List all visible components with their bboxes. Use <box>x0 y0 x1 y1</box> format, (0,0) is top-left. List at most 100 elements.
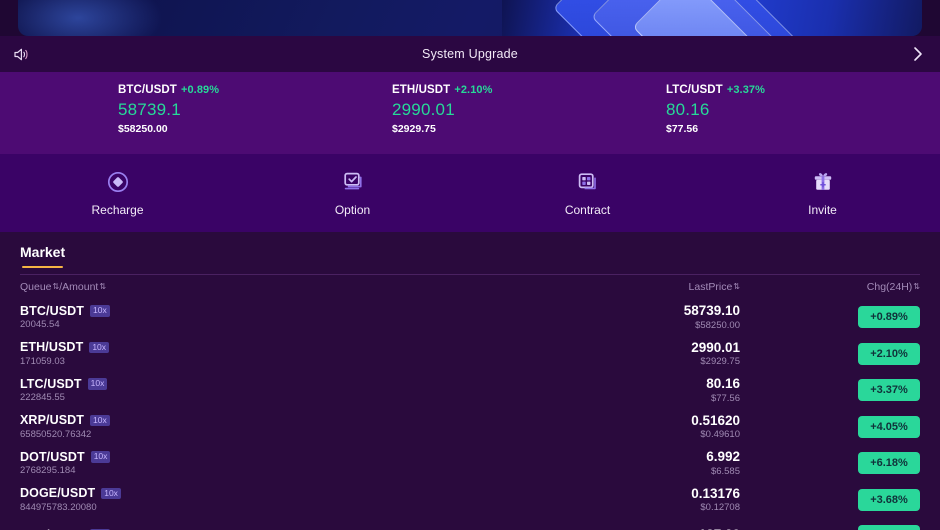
notice-bar[interactable]: System Upgrade <box>0 36 940 72</box>
table-row[interactable]: LTC/USDT 10x 222845.55 80.16 $77.56 +3.3… <box>20 372 920 409</box>
table-row[interactable]: BTC/USDT 10x 20045.54 58739.10 $58250.00… <box>20 299 920 336</box>
column-label-amount: /Amount <box>59 281 99 293</box>
quicknav-item-option[interactable]: Option <box>235 169 470 217</box>
table-row[interactable]: XRP/USDT 10x 65850520.76342 0.51620 $0.4… <box>20 409 920 446</box>
status-badge[interactable]: +9.96% <box>858 525 920 530</box>
leverage-badge: 10x <box>90 414 110 427</box>
price-usd: $0.49610 <box>700 429 740 441</box>
cell-change: +9.96% <box>740 525 920 530</box>
pair-name: ETH/USDT <box>20 340 84 355</box>
market-rows: BTC/USDT 10x 20045.54 58739.10 $58250.00… <box>0 299 940 530</box>
cell-pair: LTC/USDT 10x 222845.55 <box>20 378 535 403</box>
ticker-head: ETH/USDT +2.10% <box>392 84 666 96</box>
quick-nav: Recharge Option Contract Invite <box>0 154 940 232</box>
price-usd: $77.56 <box>710 392 740 404</box>
quicknav-item-recharge[interactable]: Recharge <box>0 169 235 217</box>
column-label-chg: Chg(24H) <box>866 281 913 293</box>
ticker-usd: $58250.00 <box>118 123 168 135</box>
cell-price: 6.992 $6.585 <box>535 450 740 476</box>
pair-volume: 171059.03 <box>20 355 65 367</box>
pair-volume: 844975783.20080 <box>20 501 97 513</box>
quicknav-label: Option <box>334 203 371 217</box>
sort-icon[interactable]: ⇅ <box>913 283 920 291</box>
contract-chart-icon <box>575 169 601 195</box>
cell-price: 2990.01 $2929.75 <box>535 341 740 367</box>
leverage-badge: 10x <box>87 378 108 390</box>
pair-volume: 222845.55 <box>20 392 65 404</box>
pair-name: DOGE/USDT <box>20 486 96 501</box>
promo-banner-card <box>18 0 922 36</box>
pair-volume: 20045.54 <box>20 319 60 331</box>
price-usd: $0.12708 <box>700 502 740 514</box>
ticker-change: +3.37% <box>726 84 766 96</box>
leverage-badge: 10x <box>90 451 111 463</box>
price-usd: $2929.75 <box>700 356 740 368</box>
status-badge[interactable]: +3.68% <box>858 488 920 511</box>
cell-price: 58739.10 $58250.00 <box>535 304 740 330</box>
ticker-price: 2990.01 <box>392 100 455 119</box>
cell-pair: ETH/USDT 10x 171059.03 <box>20 341 535 366</box>
column-label-queue: Queue <box>20 281 52 293</box>
status-badge[interactable]: +3.37% <box>858 379 920 402</box>
price-usd: $6.585 <box>710 465 740 477</box>
table-row[interactable]: DOGE/USDT 10x 844975783.20080 0.13176 $0… <box>20 482 920 519</box>
tab-market[interactable]: Market <box>20 244 65 268</box>
ticker-head: LTC/USDT +3.37% <box>666 84 940 96</box>
pair-top: BTC/USDT 10x <box>20 305 535 318</box>
last-price: 6.992 <box>706 449 740 465</box>
ticker-price: 80.16 <box>666 100 710 119</box>
column-header-chg-24h[interactable]: Chg(24H)⇅ <box>740 281 920 293</box>
cell-change: +6.18% <box>740 452 920 475</box>
pair-name: DOT/USDT <box>20 449 85 464</box>
status-badge[interactable]: +0.89% <box>858 306 920 329</box>
ticker-usd: $2929.75 <box>392 123 436 135</box>
price-usd: $58250.00 <box>695 319 740 331</box>
notice-title: System Upgrade <box>422 47 518 61</box>
cell-pair: DOT/USDT 10x 2768295.184 <box>20 451 535 476</box>
ticker-pair: BTC/USDT <box>118 84 177 96</box>
table-row[interactable]: DOT/USDT 10x 2768295.184 6.992 $6.585 +6… <box>20 445 920 482</box>
option-monitor-check-icon <box>340 169 366 195</box>
last-price: 0.51620 <box>691 412 740 428</box>
ticker-head: BTC/USDT +0.89% <box>118 84 392 96</box>
ticker-change: +0.89% <box>180 84 220 96</box>
status-badge[interactable]: +4.05% <box>858 415 920 438</box>
quicknav-label: Invite <box>808 203 837 217</box>
market-table-header: Queue⇅/Amount⇅ LastPrice⇅ Chg(24H)⇅ <box>0 275 940 299</box>
pair-top: XRP/USDT 10x <box>20 414 535 427</box>
column-label-last-price: LastPrice <box>688 281 733 293</box>
status-badge[interactable]: +2.10% <box>858 342 920 365</box>
table-row[interactable]: SOL/USDT 10x 137.29 +9.96% <box>20 518 920 530</box>
sort-icon[interactable]: ⇅ <box>733 283 740 291</box>
cell-price: 0.51620 $0.49610 <box>535 414 740 440</box>
ticker-btc[interactable]: BTC/USDT +0.89% 58739.1 $58250.00 <box>118 84 392 154</box>
sort-icon[interactable]: ⇅ <box>99 283 106 291</box>
last-price: 2990.01 <box>691 339 740 355</box>
status-badge[interactable]: +6.18% <box>858 452 920 475</box>
quicknav-item-contract[interactable]: Contract <box>470 169 705 217</box>
chevron-right-icon[interactable] <box>904 36 932 72</box>
speaker-icon[interactable] <box>6 36 36 72</box>
column-header-last-price[interactable]: LastPrice⇅ <box>535 281 740 293</box>
cell-change: +2.10% <box>740 342 920 365</box>
ticker-eth[interactable]: ETH/USDT +2.10% 2990.01 $2929.75 <box>392 84 666 154</box>
promo-banner[interactable] <box>0 0 940 36</box>
table-row[interactable]: ETH/USDT 10x 171059.03 2990.01 $2929.75 … <box>20 336 920 373</box>
column-header-queue-amount[interactable]: Queue⇅/Amount⇅ <box>20 281 535 293</box>
quicknav-item-invite[interactable]: Invite <box>705 169 940 217</box>
pair-volume: 2768295.184 <box>20 465 76 477</box>
cell-change: +4.05% <box>740 415 920 438</box>
app-root: System Upgrade BTC/USDT +0.89% 58739.1 $5… <box>0 0 940 530</box>
last-price: 80.16 <box>706 376 740 392</box>
ticker-pair: ETH/USDT <box>392 84 451 96</box>
pair-top: DOT/USDT 10x <box>20 451 535 464</box>
ticker-ltc[interactable]: LTC/USDT +3.37% 80.16 $77.56 <box>666 84 940 154</box>
market-tabs: Market <box>0 244 940 274</box>
pair-name: BTC/USDT <box>20 303 84 318</box>
ticker-change: +2.10% <box>454 84 493 96</box>
cell-change: +3.37% <box>740 379 920 402</box>
pair-volume: 65850520.76342 <box>20 428 92 440</box>
promo-banner-image <box>502 0 922 36</box>
ticker-price: 58739.1 <box>118 100 181 119</box>
cell-change: +3.68% <box>740 488 920 511</box>
